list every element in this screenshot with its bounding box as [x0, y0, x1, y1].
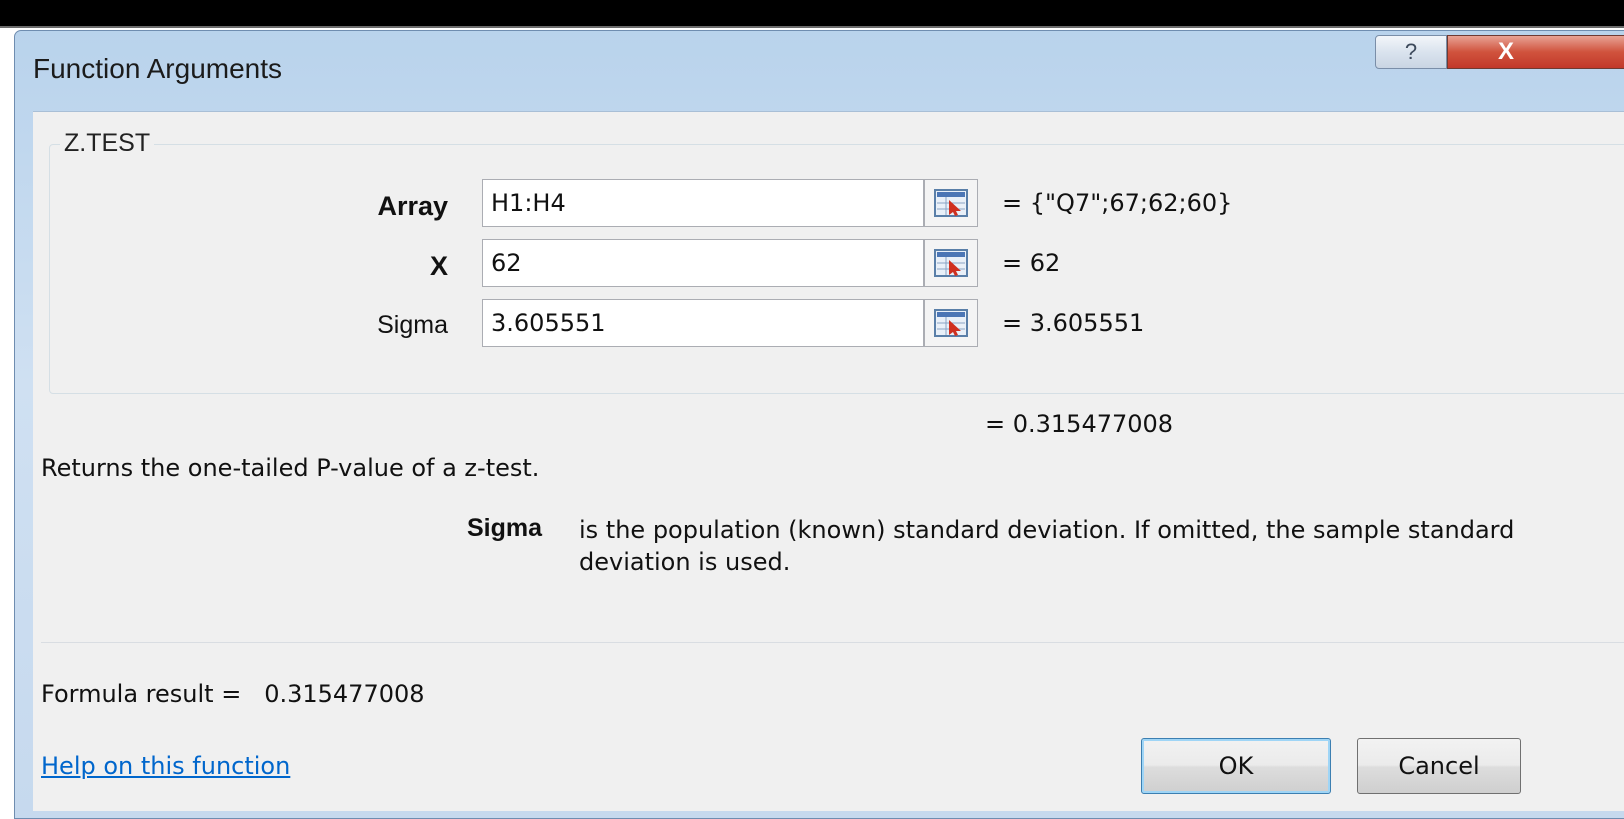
sigma-input[interactable] — [482, 299, 924, 347]
array-label: Array — [377, 191, 448, 221]
function-name-label: Z.TEST — [60, 129, 155, 158]
cancel-button-label: Cancel — [1398, 752, 1480, 780]
x-input[interactable] — [482, 239, 924, 287]
sigma-range-picker-button[interactable] — [924, 299, 978, 347]
cancel-button[interactable]: Cancel — [1357, 738, 1521, 794]
help-on-function-link[interactable]: Help on this function — [41, 752, 290, 780]
close-icon: X — [1498, 38, 1515, 65]
array-range-picker-button[interactable] — [924, 179, 978, 227]
collapse-dialog-icon — [934, 189, 968, 217]
dialog-client-area: Z.TEST Array = {"Q7";67;62;60} X — [33, 111, 1624, 811]
function-arguments-dialog: Function Arguments ? X Z.TEST Array H1:H… — [14, 30, 1624, 819]
ok-button[interactable]: OK — [1141, 738, 1331, 794]
array-evaluated-value: = {"Q7";67;62;60} — [1002, 189, 1233, 217]
close-button[interactable]: X — [1447, 35, 1624, 69]
divider — [41, 642, 1624, 643]
title-bar[interactable]: Function Arguments ? X — [15, 31, 1624, 111]
collapse-dialog-icon — [934, 309, 968, 337]
function-group: Z.TEST Array = {"Q7";67;62;60} X — [49, 129, 1624, 394]
function-result-value: = 0.315477008 — [985, 410, 1174, 438]
array-input[interactable] — [482, 179, 924, 227]
formula-result: Formula result = 0.315477008 — [41, 680, 425, 708]
help-button[interactable]: ? — [1375, 35, 1447, 69]
help-question-icon: ? — [1404, 39, 1418, 64]
x-evaluated-value: = 62 — [1002, 249, 1061, 277]
x-range-picker-button[interactable] — [924, 239, 978, 287]
function-description: Returns the one-tailed P-value of a z-te… — [41, 454, 540, 482]
sigma-evaluated-value: = 3.605551 — [1002, 309, 1145, 337]
collapse-dialog-icon — [934, 249, 968, 277]
ok-button-label: OK — [1218, 752, 1254, 780]
argument-help-name: Sigma — [467, 514, 543, 542]
screen-top-edge — [0, 26, 1624, 28]
argument-help-text: is the population (known) standard devia… — [579, 516, 1515, 576]
screen-top-bar — [0, 0, 1624, 26]
x-label: X — [429, 251, 448, 281]
dialog-title: Function Arguments — [33, 53, 283, 84]
sigma-label: Sigma — [377, 311, 448, 339]
